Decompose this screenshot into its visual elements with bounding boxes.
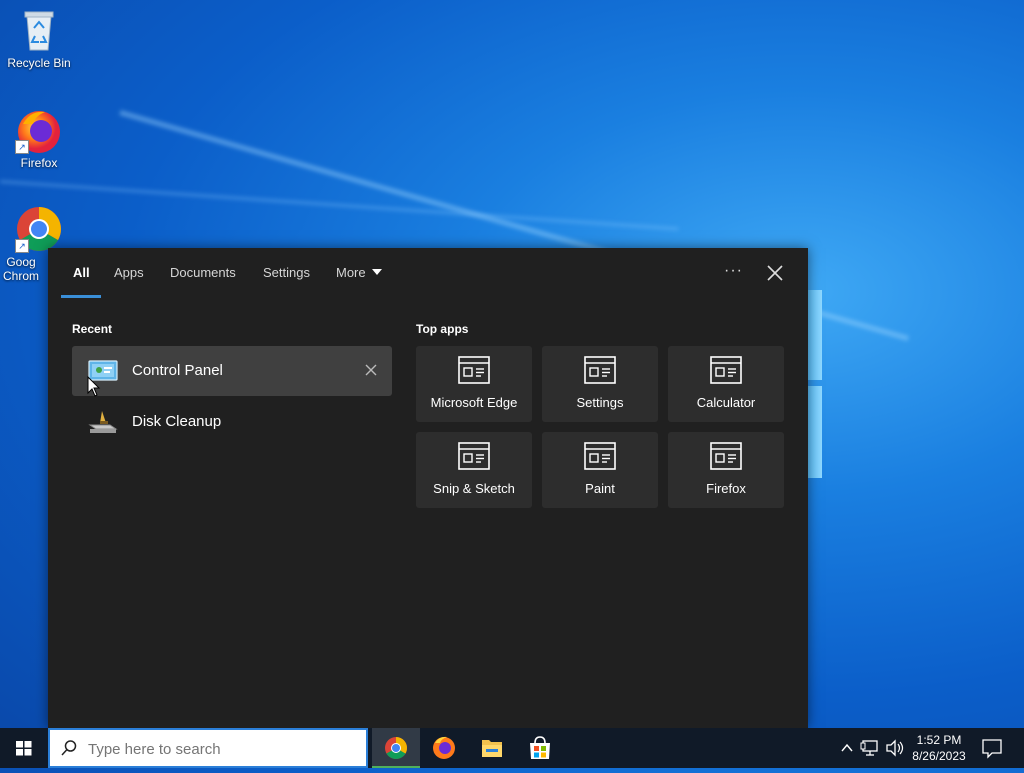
close-button[interactable] — [764, 262, 786, 284]
wallpaper-light-beam — [0, 180, 679, 231]
desktop-icon-label: Recycle Bin — [7, 56, 71, 70]
desktop-icon-label: Goog Chrom — [2, 255, 39, 283]
mouse-cursor-icon — [87, 375, 101, 398]
taskbar-clock[interactable]: 1:52 PM 8/26/2023 — [904, 732, 974, 764]
tab-more-label: More — [336, 265, 366, 280]
app-tile-label: Settings — [576, 395, 624, 410]
app-window-icon — [710, 356, 742, 384]
recent-item-label: Control Panel — [132, 362, 223, 379]
tab-documents[interactable]: Documents — [170, 265, 236, 280]
app-tile-label: Microsoft Edge — [430, 395, 518, 410]
top-app-microsoft-edge[interactable]: Microsoft Edge — [416, 346, 532, 422]
network-icon — [860, 740, 878, 756]
close-icon — [767, 265, 783, 281]
top-app-paint[interactable]: Paint — [542, 432, 658, 508]
remove-recent-button[interactable] — [364, 363, 378, 377]
app-window-icon — [458, 356, 490, 384]
shortcut-arrow-icon: ↗ — [15, 140, 29, 154]
recent-item-control-panel[interactable]: Control Panel — [72, 346, 392, 396]
windows-start-icon — [16, 741, 32, 756]
recent-item-disk-cleanup[interactable]: Disk Cleanup — [72, 397, 392, 447]
taskbar-app-file-explorer[interactable] — [468, 728, 516, 768]
caret-down-icon — [371, 269, 382, 275]
close-icon — [365, 364, 377, 376]
top-apps-title: Top apps — [416, 322, 469, 336]
desktop-icon-label: Firefox — [20, 156, 58, 170]
shortcut-arrow-icon: ↗ — [15, 239, 29, 253]
recent-title: Recent — [72, 322, 113, 336]
volume-button[interactable] — [884, 728, 906, 768]
app-window-icon — [584, 356, 616, 384]
notification-icon — [982, 739, 1002, 759]
chrome-icon: ↗ — [15, 205, 63, 253]
search-input[interactable] — [88, 738, 348, 760]
wallpaper-windows-logo — [808, 290, 822, 480]
recent-item-label: Disk Cleanup — [132, 413, 222, 430]
app-tile-label: Firefox — [706, 481, 746, 496]
app-tile-label: Snip & Sketch — [433, 481, 515, 496]
top-app-snip-and-sketch[interactable]: Snip & Sketch — [416, 432, 532, 508]
search-tabs: All Apps Documents Settings More ··· — [48, 248, 808, 300]
tab-all[interactable]: All — [73, 265, 90, 280]
disk-cleanup-icon — [88, 409, 118, 435]
clock-date: 8/26/2023 — [912, 749, 966, 763]
store-icon — [530, 736, 550, 759]
tab-more[interactable]: More — [336, 265, 382, 280]
taskbar-app-firefox[interactable] — [420, 728, 468, 768]
desktop-icon-recycle-bin[interactable]: Recycle Bin — [1, 6, 77, 70]
app-window-icon — [710, 442, 742, 470]
firefox-icon — [433, 736, 455, 759]
desktop-icon-firefox[interactable]: ↗ Firefox — [1, 106, 77, 170]
top-app-settings[interactable]: Settings — [542, 346, 658, 422]
firefox-icon: ↗ — [15, 106, 63, 154]
search-icon — [60, 739, 78, 757]
taskbar-app-microsoft-store[interactable] — [516, 728, 564, 768]
top-app-calculator[interactable]: Calculator — [668, 346, 784, 422]
active-tab-indicator — [61, 295, 101, 298]
network-button[interactable] — [860, 728, 882, 768]
search-panel: All Apps Documents Settings More ··· Rec… — [48, 248, 808, 728]
app-window-icon — [458, 442, 490, 470]
tab-apps[interactable]: Apps — [114, 265, 144, 280]
taskbar: 1:52 PM 8/26/2023 — [0, 728, 1024, 768]
more-options-button[interactable]: ··· — [724, 262, 743, 280]
folder-icon — [482, 740, 502, 757]
app-window-icon — [584, 442, 616, 470]
app-tile-label: Paint — [585, 481, 615, 496]
recycle-bin-icon — [15, 6, 63, 54]
taskbar-app-chrome[interactable] — [372, 728, 420, 768]
start-button[interactable] — [0, 728, 48, 768]
action-center-button[interactable] — [980, 728, 1004, 768]
taskbar-search-box[interactable] — [48, 728, 368, 768]
show-hidden-icons-button[interactable] — [838, 728, 856, 768]
speaker-icon — [886, 739, 904, 757]
tab-settings[interactable]: Settings — [263, 265, 310, 280]
chrome-icon — [385, 737, 407, 759]
clock-time: 1:52 PM — [916, 733, 962, 747]
app-tile-label: Calculator — [696, 395, 756, 410]
chevron-up-icon — [841, 743, 853, 752]
top-app-firefox[interactable]: Firefox — [668, 432, 784, 508]
